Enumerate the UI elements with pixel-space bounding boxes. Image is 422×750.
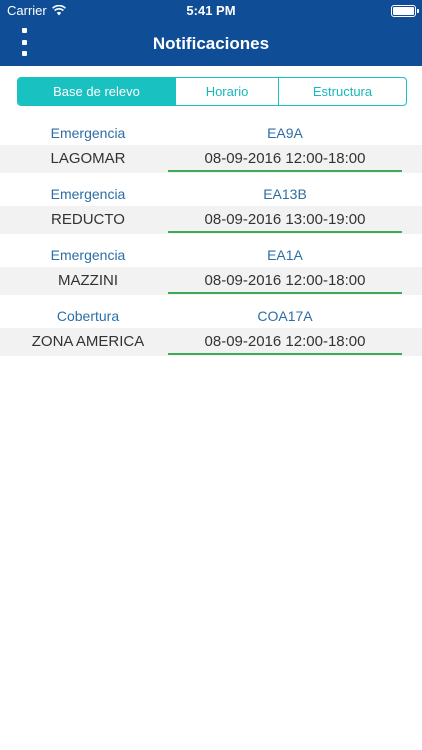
notification-type: Cobertura <box>56 308 120 324</box>
notification-item[interactable]: Cobertura COA17A ZONA AMERICA 08-09-2016… <box>0 303 422 364</box>
notification-base: REDUCTO <box>51 211 125 228</box>
tab-base-de-relevo[interactable]: Base de relevo <box>18 78 175 105</box>
notification-datetime: 08-09-2016 13:00-19:00 <box>204 211 366 228</box>
notification-item[interactable]: Emergencia EA1A MAZZINI 08-09-2016 12:00… <box>0 242 422 303</box>
notification-list: Emergencia EA9A LAGOMAR 08-09-2016 12:00… <box>0 120 422 364</box>
notification-code: EA9A <box>267 125 303 141</box>
notification-code: EA1A <box>267 247 303 263</box>
notification-code: COA17A <box>257 308 313 324</box>
status-bar: Carrier 5:41 PM <box>0 0 422 22</box>
notification-base: ZONA AMERICA <box>31 333 145 350</box>
datetime-underline <box>168 292 402 294</box>
app-header: Carrier 5:41 PM Notificaciones <box>0 0 422 66</box>
notification-type: Emergencia <box>50 125 126 141</box>
datetime-underline <box>168 231 402 233</box>
datetime-underline <box>168 170 402 172</box>
notification-datetime: 08-09-2016 12:00-18:00 <box>204 272 366 289</box>
notification-item[interactable]: Emergencia EA9A LAGOMAR 08-09-2016 12:00… <box>0 120 422 181</box>
notification-type: Emergencia <box>50 247 126 263</box>
tab-estructura[interactable]: Estructura <box>278 78 406 105</box>
notification-base: MAZZINI <box>58 272 118 289</box>
notification-type: Emergencia <box>50 186 126 202</box>
battery-icon <box>391 5 419 17</box>
status-time: 5:41 PM <box>186 3 236 18</box>
datetime-underline <box>168 353 402 355</box>
notification-datetime: 08-09-2016 12:00-18:00 <box>204 333 366 350</box>
notification-base: LAGOMAR <box>50 150 126 167</box>
notification-datetime: 08-09-2016 12:00-18:00 <box>204 150 366 167</box>
page-title: Notificaciones <box>152 34 270 53</box>
notification-item[interactable]: Emergencia EA13B REDUCTO 08-09-2016 13:0… <box>0 181 422 242</box>
segmented-control: Base de relevo Horario Estructura <box>17 77 407 106</box>
notification-code: EA13B <box>263 186 307 202</box>
tab-horario[interactable]: Horario <box>175 78 278 105</box>
